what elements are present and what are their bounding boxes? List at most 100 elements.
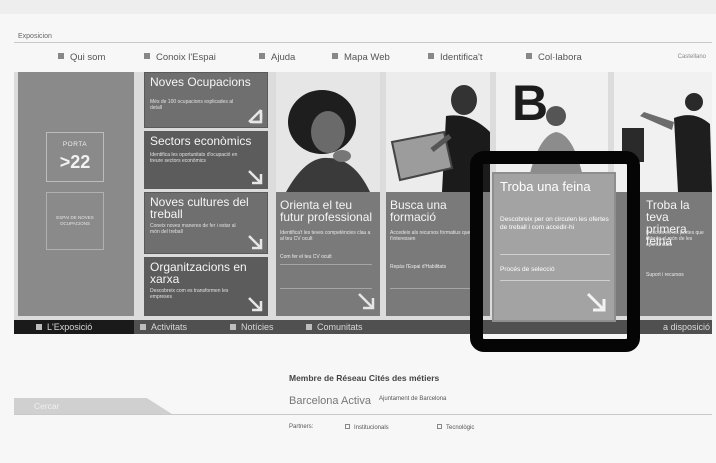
divider bbox=[500, 254, 610, 255]
tile-title: Sectors econòmics bbox=[150, 134, 252, 148]
man-suit-photo-image bbox=[614, 72, 712, 192]
nav-item-mapa-web[interactable]: Mapa Web bbox=[332, 52, 390, 63]
partner-label: Tecnològic bbox=[446, 425, 475, 431]
partners-row: Partners: Institucionals Tecnològic bbox=[289, 424, 474, 431]
bullet-icon bbox=[140, 324, 146, 330]
nav-item-qui-som[interactable]: Qui som bbox=[58, 52, 105, 63]
tile-title: Organitzacions en xarxa bbox=[150, 260, 247, 286]
bullet-icon bbox=[144, 53, 150, 59]
panel-description: Accedeix als recursos formatius que més … bbox=[390, 230, 482, 242]
partner-tecnologic[interactable]: Tecnològic bbox=[437, 424, 474, 431]
tile-description: Més de 100 ocupacions explicades al deta… bbox=[150, 99, 234, 111]
panel-description: Identifica't les teves competències clau… bbox=[280, 230, 371, 242]
tile-description: Descobreix com es transformen les empres… bbox=[150, 288, 229, 300]
svg-text:B: B bbox=[512, 75, 548, 131]
language-link[interactable]: Castellano bbox=[678, 54, 706, 60]
woman-photo-image bbox=[276, 72, 380, 192]
tile-title: Noves Ocupacions bbox=[150, 75, 251, 89]
top-navigation: Qui som Conoix l'Espai Ajuda Mapa Web Id… bbox=[14, 50, 712, 66]
bullet-icon bbox=[58, 53, 64, 59]
tab-disposicio[interactable]: a disposició bbox=[663, 322, 710, 332]
partner-institucionals[interactable]: Institucionals bbox=[345, 424, 389, 431]
panel-busca-formacio[interactable]: Busca una formació Accedeix als recursos… bbox=[386, 192, 490, 316]
bullet-icon bbox=[36, 324, 42, 330]
nav-item-identificat[interactable]: Identifica't bbox=[428, 52, 482, 63]
nav-item-ajuda[interactable]: Ajuda bbox=[259, 52, 295, 63]
bullet-icon bbox=[345, 424, 350, 429]
nav-item-collabora[interactable]: Col·labora bbox=[526, 52, 582, 63]
panel-title: Orienta el teu futur professional bbox=[280, 198, 373, 224]
photo-man-tablet bbox=[386, 72, 490, 192]
ajuntament-logo[interactable]: Ajuntament de Barcelona bbox=[379, 396, 446, 402]
bullet-icon bbox=[259, 53, 265, 59]
featured-description: Descobreix per on circulen les ofertes d… bbox=[500, 216, 609, 231]
panel-link[interactable]: Repàs l'Espai d'Habilitats bbox=[390, 264, 482, 270]
featured-link[interactable]: Procés de selecció bbox=[500, 266, 610, 273]
arrow-icon bbox=[248, 235, 263, 250]
porta-22-panel[interactable]: PORTA >22 ESPAI DE NOVES OCUPACIONS bbox=[18, 72, 134, 316]
partners-label: Partners: bbox=[289, 424, 314, 430]
tab-label: Comunitats bbox=[317, 322, 363, 332]
panel-link[interactable]: Com fer el teu CV ocult bbox=[280, 254, 372, 260]
featured-tile-troba-feina[interactable]: Troba una feina Descobreix per on circul… bbox=[492, 172, 616, 322]
panel-link[interactable]: Suport i recursos bbox=[646, 272, 708, 278]
divider bbox=[280, 288, 372, 289]
partner-label: Institucionals bbox=[354, 425, 389, 431]
browser-bar bbox=[0, 0, 716, 14]
divider bbox=[500, 280, 610, 281]
nav-item-label: Mapa Web bbox=[344, 52, 390, 63]
panel-title: Busca una formació bbox=[390, 198, 447, 224]
arrow-icon bbox=[358, 293, 375, 310]
divider bbox=[390, 288, 482, 289]
photo-woman bbox=[276, 72, 380, 192]
tile-title: Noves cultures del treball bbox=[150, 195, 249, 221]
tab-label: L'Exposició bbox=[47, 322, 93, 332]
divider bbox=[14, 414, 712, 415]
nav-item-label: Ajuda bbox=[271, 52, 296, 63]
tab-activitats[interactable]: Activitats bbox=[140, 322, 187, 332]
panel-description: Descobreix les portes que t'obren el món… bbox=[646, 230, 704, 248]
nav-item-coneix-espai[interactable]: Conoix l'Espai bbox=[144, 52, 216, 63]
tab-label: Activitats bbox=[151, 322, 188, 332]
member-text: Membre de Réseau Cités des métiers bbox=[289, 373, 440, 383]
bullet-icon bbox=[526, 53, 532, 59]
porta-subpanel[interactable]: ESPAI DE NOVES OCUPACIONS bbox=[46, 192, 104, 250]
man-tablet-photo-image bbox=[386, 72, 490, 192]
tile-noves-ocupacions[interactable]: Noves Ocupacions Més de 100 ocupacions e… bbox=[144, 72, 268, 128]
nav-item-label: Col·labora bbox=[538, 52, 582, 63]
arrow-icon bbox=[248, 170, 263, 185]
divider bbox=[280, 264, 372, 265]
arrow-icon bbox=[248, 109, 263, 124]
secondary-navigation: L'Exposició Activitats Notícies Comunita… bbox=[14, 320, 712, 334]
tab-label: Notícies bbox=[241, 322, 274, 332]
tile-sectors-economics[interactable]: Sectors econòmics Identifica les oportun… bbox=[144, 131, 268, 189]
tile-noves-cultures[interactable]: Noves cultures del treball Coneix noves … bbox=[144, 192, 268, 254]
porta-number: >22 bbox=[59, 152, 91, 172]
tile-organitzacions-xarxa[interactable]: Organitzacions en xarxa Descobreix com e… bbox=[144, 257, 268, 316]
search-tab[interactable]: Cercar bbox=[14, 398, 172, 414]
page: Exposicion Qui som Conoix l'Espai Ajuda … bbox=[0, 0, 716, 463]
bullet-icon bbox=[437, 424, 442, 429]
panel-orienta[interactable]: Orienta el teu futur professional Identi… bbox=[276, 192, 380, 316]
divider bbox=[14, 42, 712, 43]
bullet-icon bbox=[306, 324, 312, 330]
porta-label: PORTA bbox=[62, 141, 88, 148]
tab-noticies[interactable]: Notícies bbox=[230, 322, 274, 332]
bullet-icon bbox=[230, 324, 236, 330]
search-label: Cercar bbox=[34, 401, 60, 411]
photo-man-suit bbox=[614, 72, 712, 192]
nav-item-label: Conoix l'Espai bbox=[156, 52, 216, 63]
arrow-icon bbox=[248, 297, 263, 312]
bullet-icon bbox=[332, 53, 338, 59]
nav-item-label: Identifica't bbox=[440, 52, 483, 63]
panel-troba-teva[interactable]: Troba la teva primera feina Descobreix l… bbox=[614, 192, 712, 316]
tile-description: Identifica les oportunitats d'ocupació e… bbox=[150, 152, 238, 164]
bullet-icon bbox=[428, 53, 434, 59]
porta-logo: PORTA >22 bbox=[46, 132, 104, 182]
tab-exposicio[interactable]: L'Exposició bbox=[36, 322, 92, 332]
site-title: Exposicion bbox=[18, 33, 52, 40]
featured-title: Troba una feina bbox=[500, 179, 591, 194]
barcelona-activa-logo[interactable]: Barcelona Activa bbox=[289, 395, 371, 407]
arrow-icon bbox=[586, 292, 606, 312]
tab-comunitats[interactable]: Comunitats bbox=[306, 322, 363, 332]
